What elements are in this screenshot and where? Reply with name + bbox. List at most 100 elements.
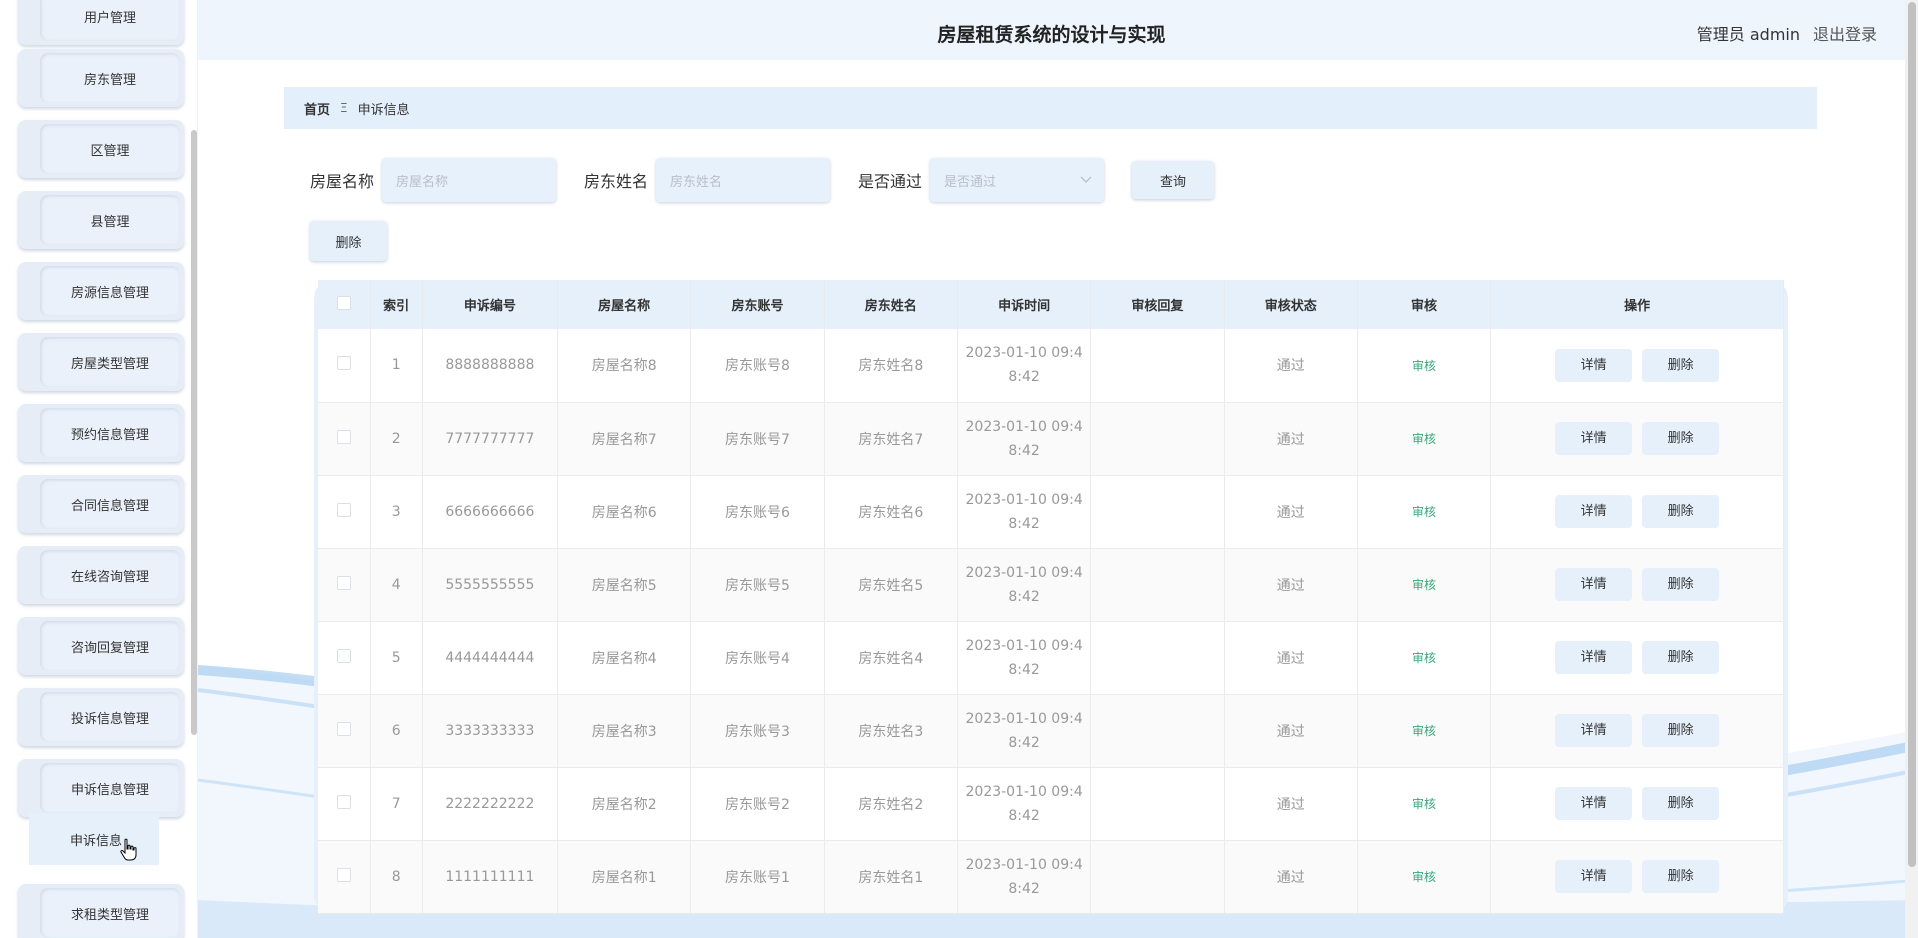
cell-review-link[interactable]: 审核 <box>1357 840 1492 914</box>
sidebar-item-label: 投诉信息管理 <box>40 692 180 742</box>
sidebar-item-reply-management[interactable]: 咨询回复管理 <box>18 617 184 675</box>
row-select-cell[interactable] <box>318 767 371 841</box>
select-all-checkbox[interactable] <box>336 295 351 310</box>
sidebar-item-district-management[interactable]: 区管理 <box>18 120 184 178</box>
sidebar-item-complaint-management[interactable]: 投诉信息管理 <box>18 688 184 746</box>
row-checkbox[interactable] <box>336 502 351 517</box>
col-appeal-no: 申诉编号 <box>422 280 559 329</box>
cell-review-link[interactable]: 审核 <box>1357 767 1492 841</box>
delete-button[interactable]: 删除 <box>1642 787 1720 820</box>
cell-review-reply <box>1090 475 1225 549</box>
landlord-name-input[interactable]: 房东姓名 <box>656 158 831 202</box>
time-line-2: 8:42 <box>1008 807 1040 824</box>
row-checkbox[interactable] <box>336 429 351 444</box>
row-select-cell[interactable] <box>318 475 371 549</box>
sidebar-item-label: 合同信息管理 <box>40 479 180 529</box>
row-select-cell[interactable] <box>318 402 371 476</box>
row-select-cell[interactable] <box>318 840 371 914</box>
sidebar-item-booking-management[interactable]: 预约信息管理 <box>18 404 184 462</box>
delete-button[interactable]: 删除 <box>1642 641 1720 674</box>
time-line-2: 8:42 <box>1008 442 1040 459</box>
table-row: 1 8888888888 房屋名称8 房东账号8 房东姓名8 2023-01-1… <box>318 329 1784 403</box>
row-select-cell[interactable] <box>318 621 371 695</box>
sidebar-item-contract-management[interactable]: 合同信息管理 <box>18 475 184 533</box>
row-checkbox[interactable] <box>336 794 351 809</box>
house-name-input[interactable]: 房屋名称 <box>382 158 557 202</box>
detail-button[interactable]: 详情 <box>1555 787 1633 820</box>
delete-button[interactable]: 删除 <box>1642 714 1720 747</box>
detail-button[interactable]: 详情 <box>1555 348 1633 382</box>
cell-landlord-name: 房东姓名3 <box>824 694 958 768</box>
delete-button[interactable]: 删除 <box>1642 495 1720 528</box>
cell-appeal-time: 2023-01-10 09:4 8:42 <box>957 402 1092 476</box>
search-bar: 房屋名称 房屋名称 房东姓名 房东姓名 是否通过 是否通过 查询 <box>310 158 1215 202</box>
sidebar-subitem-label: 申诉信息 <box>70 833 123 849</box>
passed-select[interactable]: 是否通过 <box>930 158 1105 202</box>
cell-review-link[interactable]: 审核 <box>1357 329 1492 403</box>
sidebar-item-rent-type-management[interactable]: 求租类型管理 <box>18 884 184 938</box>
table-header-row: 索引 申诉编号 房屋名称 房东账号 房东姓名 申诉时间 审核回复 审核状态 审核… <box>318 280 1784 329</box>
cell-landlord-account: 房东账号1 <box>690 840 825 914</box>
query-button[interactable]: 查询 <box>1132 161 1215 199</box>
delete-button[interactable]: 删除 <box>1642 422 1720 455</box>
sidebar-item-appeal-management[interactable]: 申诉信息管理 <box>18 759 184 817</box>
cell-review-link[interactable]: 审核 <box>1357 621 1492 695</box>
sidebar-item-county-management[interactable]: 县管理 <box>18 191 184 249</box>
detail-button[interactable]: 详情 <box>1555 495 1633 528</box>
cell-landlord-account: 房东账号5 <box>690 548 825 622</box>
bulk-delete-button[interactable]: 删除 <box>310 221 387 261</box>
cell-review-status: 通过 <box>1224 621 1358 695</box>
detail-button[interactable]: 详情 <box>1555 422 1633 455</box>
breadcrumb-home[interactable]: 首页 <box>304 99 330 118</box>
cell-review-link[interactable]: 审核 <box>1357 548 1492 622</box>
detail-button[interactable]: 详情 <box>1555 714 1633 747</box>
table-row: 7 2222222222 房屋名称2 房东账号2 房东姓名2 2023-01-1… <box>318 767 1784 841</box>
cell-review-reply <box>1090 694 1225 768</box>
cell-appeal-time: 2023-01-10 09:4 8:42 <box>957 329 1092 403</box>
row-select-cell[interactable] <box>318 694 371 768</box>
breadcrumb: 首页 Ξ 申诉信息 <box>284 87 1817 129</box>
cell-review-status: 通过 <box>1224 548 1358 622</box>
cell-review-link[interactable]: 审核 <box>1357 694 1492 768</box>
row-checkbox[interactable] <box>336 648 351 663</box>
cell-landlord-account: 房东账号7 <box>690 402 825 476</box>
row-checkbox[interactable] <box>336 867 351 882</box>
detail-button[interactable]: 详情 <box>1555 641 1633 674</box>
delete-button[interactable]: 删除 <box>1642 348 1720 382</box>
row-checkbox[interactable] <box>336 356 351 371</box>
sidebar-item-house-type-management[interactable]: 房屋类型管理 <box>18 333 184 391</box>
select-all-header[interactable] <box>318 280 371 329</box>
logout-link[interactable]: 退出登录 <box>1813 21 1877 45</box>
cell-appeal-time: 2023-01-10 09:4 8:42 <box>957 840 1092 914</box>
row-checkbox[interactable] <box>336 575 351 590</box>
delete-button[interactable]: 删除 <box>1642 860 1720 893</box>
row-select-cell[interactable] <box>318 548 371 622</box>
cell-appeal-no: 1111111111 <box>422 840 559 914</box>
sidebar-scrollbar[interactable] <box>191 130 197 735</box>
row-checkbox[interactable] <box>336 721 351 736</box>
sidebar-item-landlord-management[interactable]: 房东管理 <box>18 49 184 107</box>
sidebar-item-user-management[interactable]: 用户管理 <box>18 0 184 45</box>
detail-button[interactable]: 详情 <box>1555 568 1633 601</box>
table-row: 2 7777777777 房屋名称7 房东账号7 房东姓名7 2023-01-1… <box>318 402 1784 476</box>
cell-index: 5 <box>370 621 423 695</box>
cell-actions: 详情 删除 <box>1490 329 1784 403</box>
cell-index: 8 <box>370 840 423 914</box>
sidebar-item-listing-management[interactable]: 房源信息管理 <box>18 262 184 320</box>
cell-landlord-name: 房东姓名5 <box>824 548 958 622</box>
col-landlord-name: 房东姓名 <box>824 280 958 329</box>
cell-landlord-account: 房东账号4 <box>690 621 825 695</box>
cell-review-reply <box>1090 840 1225 914</box>
delete-button[interactable]: 删除 <box>1642 568 1720 601</box>
cell-landlord-name: 房东姓名4 <box>824 621 958 695</box>
table-row: 4 5555555555 房屋名称5 房东账号5 房东姓名5 2023-01-1… <box>318 548 1784 622</box>
cell-review-status: 通过 <box>1224 402 1358 476</box>
window-scrollbar-thumb[interactable] <box>1908 2 1916 867</box>
cell-review-link[interactable]: 审核 <box>1357 475 1492 549</box>
cell-review-link[interactable]: 审核 <box>1357 402 1492 476</box>
detail-button[interactable]: 详情 <box>1555 860 1633 893</box>
sidebar-subitem-appeal-info[interactable]: 申诉信息 <box>29 813 159 865</box>
sidebar-item-consult-management[interactable]: 在线咨询管理 <box>18 546 184 604</box>
row-select-cell[interactable] <box>318 329 371 403</box>
window-scrollbar[interactable] <box>1905 0 1918 938</box>
